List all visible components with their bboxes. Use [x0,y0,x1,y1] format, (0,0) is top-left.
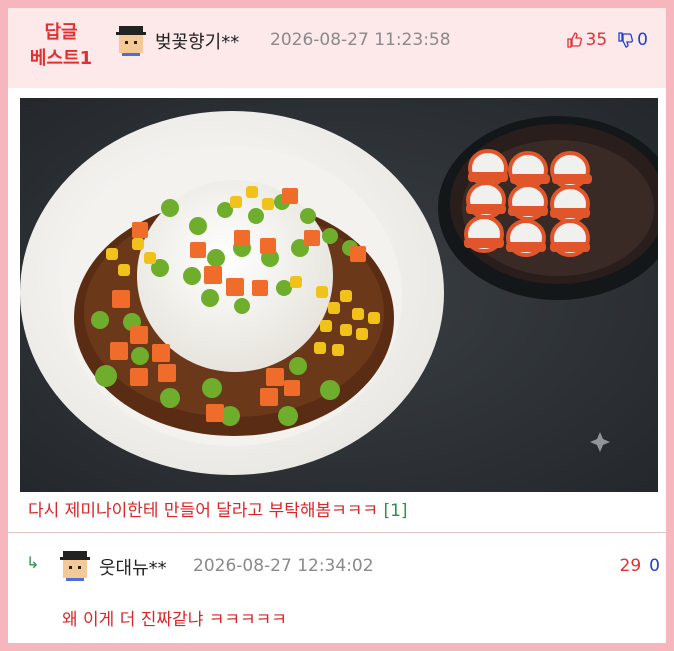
comment-text: 다시 제미나이한테 만들어 달라고 부탁해봄ㅋㅋㅋ [1] [28,496,408,521]
downvote-count: 0 [637,30,648,50]
reply-downvote-count[interactable]: 0 [649,556,660,576]
vote-box: 35 0 [566,30,648,50]
thumbs-down-icon[interactable] [617,32,634,48]
best-comment-card: 답글 베스트1 벚꽃향기** 2026-08-27 11:23:58 35 0 [8,8,666,643]
reply-arrow-icon: ↳ [26,553,40,572]
avatar-icon[interactable] [116,26,146,56]
curry-rice-photo[interactable] [20,98,658,492]
thumbs-up-icon[interactable] [566,32,582,48]
badge-line1: 답글 [44,22,78,43]
comment-header: 답글 베스트1 벚꽃향기** 2026-08-27 11:23:58 35 0 [8,8,666,88]
divider [8,532,666,533]
best-reply-badge: 답글 베스트1 [24,20,98,72]
comment-body: 다시 제미나이한테 만들어 달라고 부탁해봄ㅋㅋㅋ [28,501,379,521]
upvote-count: 35 [585,30,608,50]
reply-vote-box: 29 0 [620,556,660,576]
reply-upvote-count[interactable]: 29 [620,556,642,576]
reply-date: 2026-08-27 12:34:02 [193,556,374,576]
reply-author[interactable]: 웃대뉴** [99,554,167,580]
reply-count-link[interactable]: [1] [383,501,407,521]
reply-avatar-icon[interactable] [60,551,90,581]
comment-author[interactable]: 벚꽃향기** [155,28,239,54]
badge-line2: 베스트1 [29,48,93,69]
comment-date: 2026-08-27 11:23:58 [270,30,451,50]
reply-text: 왜 이게 더 진짜같냐 ㅋㅋㅋㅋㅋ [62,610,287,630]
